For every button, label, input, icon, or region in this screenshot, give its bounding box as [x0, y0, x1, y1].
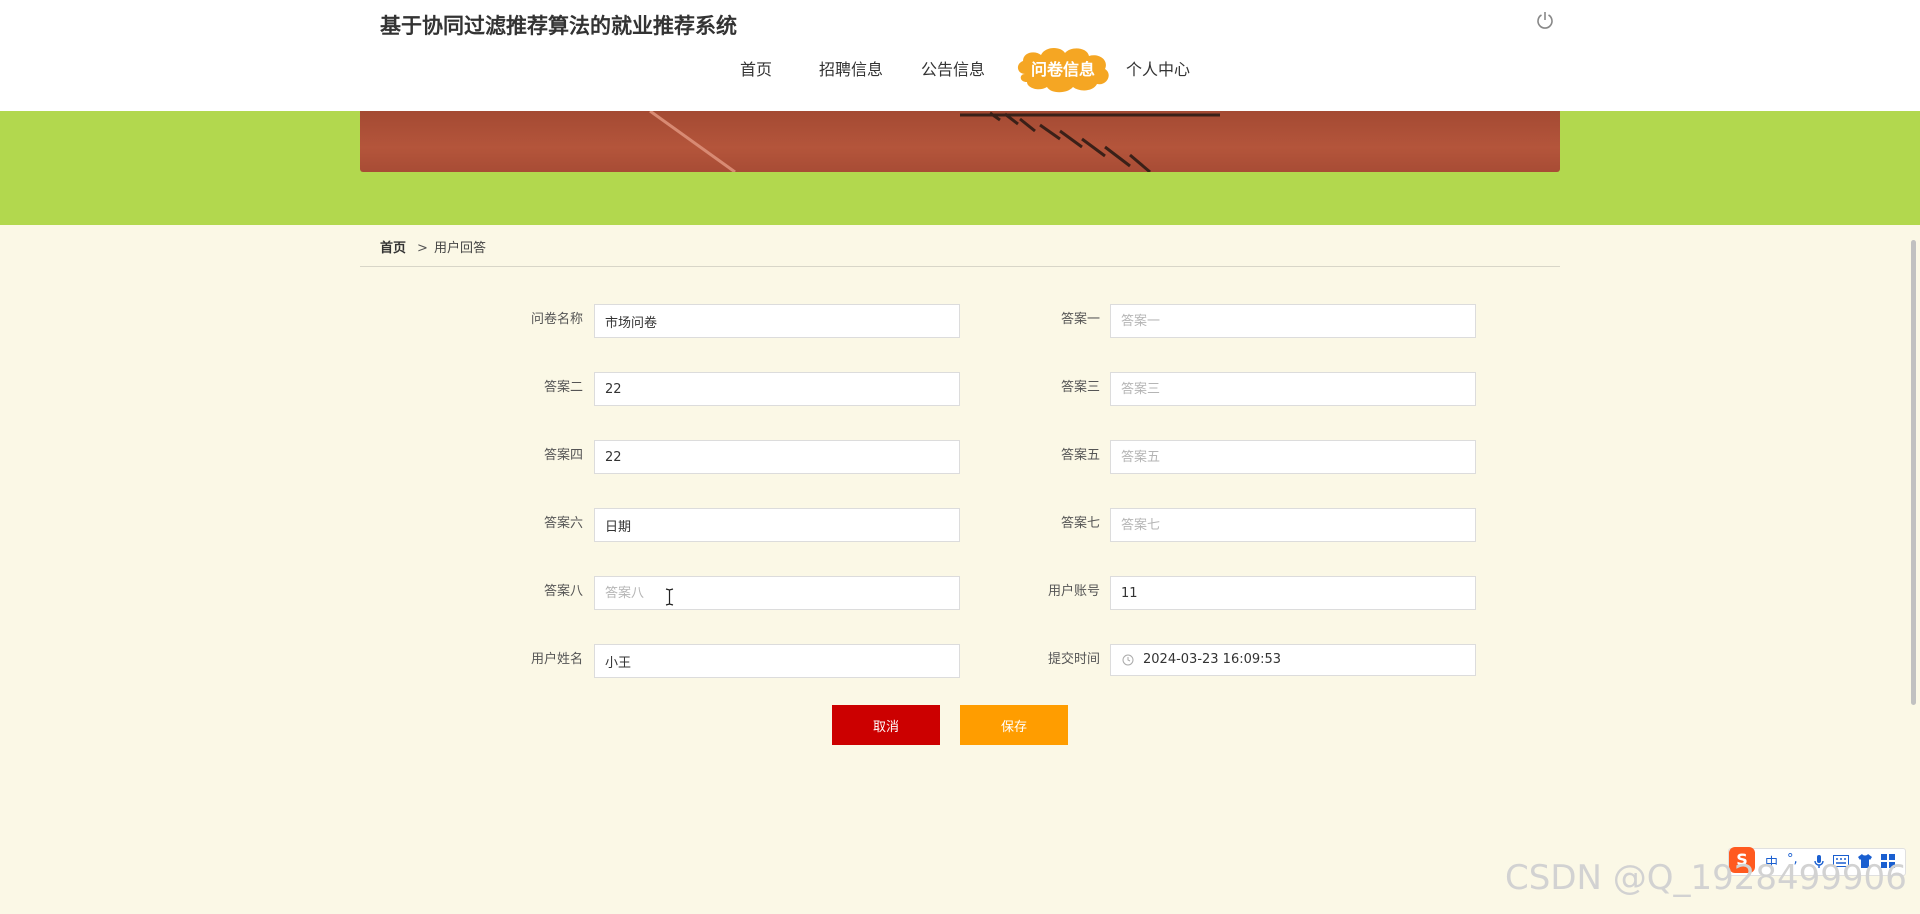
answer1-label: 答案一: [1060, 312, 1100, 327]
banner: [0, 111, 1920, 225]
text-cursor-icon: [665, 588, 674, 606]
answer4-label: 答案四: [543, 448, 583, 463]
site-header: 基于协同过滤推荐算法的就业推荐系统 首页 招聘信息 公告信息 问卷信息 个人中心: [0, 0, 1920, 111]
banner-image: [360, 111, 1560, 172]
save-button[interactable]: 保存: [960, 705, 1068, 745]
nav-item-label: 问卷信息: [1030, 60, 1095, 79]
answer8-label: 答案八: [543, 584, 583, 599]
user-account-input[interactable]: [1110, 576, 1476, 610]
scrollbar[interactable]: [1911, 240, 1916, 705]
submit-time-label: 提交时间: [1047, 652, 1100, 667]
breadcrumb-separator: >: [417, 241, 428, 256]
nav-item-notices[interactable]: 公告信息: [921, 52, 985, 88]
banner-wave: [0, 191, 1920, 224]
nav-item-label: 个人中心: [1126, 60, 1191, 79]
nav-item-label: 公告信息: [921, 60, 986, 79]
answer3-input[interactable]: [1110, 372, 1476, 406]
answer5-input[interactable]: [1110, 440, 1476, 474]
clock-icon: [1122, 654, 1134, 666]
breadcrumb-current: 用户回答: [434, 241, 487, 256]
nav-item-questionnaire[interactable]: 问卷信息: [1017, 47, 1109, 93]
user-name-input[interactable]: [594, 644, 960, 678]
cancel-button[interactable]: 取消: [832, 705, 940, 745]
answer1-input[interactable]: [1110, 304, 1476, 338]
answer7-input[interactable]: [1110, 508, 1476, 542]
answer5-label: 答案五: [1060, 448, 1100, 463]
answer4-input[interactable]: [594, 440, 960, 474]
breadcrumb: 首页 > 用户回答: [360, 236, 1560, 267]
watermark: CSDN @Q_1928499906: [1505, 858, 1907, 898]
nav-item-label: 首页: [740, 60, 773, 79]
answer2-label: 答案二: [543, 380, 583, 395]
nav-item-jobs[interactable]: 招聘信息: [819, 52, 883, 88]
questionnaire-name-input[interactable]: [594, 304, 960, 338]
answer6-label: 答案六: [543, 516, 583, 531]
user-account-label: 用户账号: [1047, 584, 1100, 599]
answer8-input[interactable]: [594, 576, 960, 610]
breadcrumb-home[interactable]: 首页: [380, 236, 406, 262]
submit-time-input[interactable]: [1110, 644, 1476, 676]
site-title: 基于协同过滤推荐算法的就业推荐系统: [380, 14, 737, 38]
user-name-label: 用户姓名: [530, 652, 583, 667]
power-icon[interactable]: [1535, 10, 1555, 30]
answer7-label: 答案七: [1060, 516, 1100, 531]
nav-item-profile[interactable]: 个人中心: [1126, 52, 1190, 88]
answer6-input[interactable]: [594, 508, 960, 542]
nav-item-home[interactable]: 首页: [740, 52, 772, 88]
answer3-label: 答案三: [1060, 380, 1100, 395]
answer2-input[interactable]: [594, 372, 960, 406]
nav-item-label: 招聘信息: [819, 60, 884, 79]
questionnaire-name-label: 问卷名称: [530, 312, 583, 327]
